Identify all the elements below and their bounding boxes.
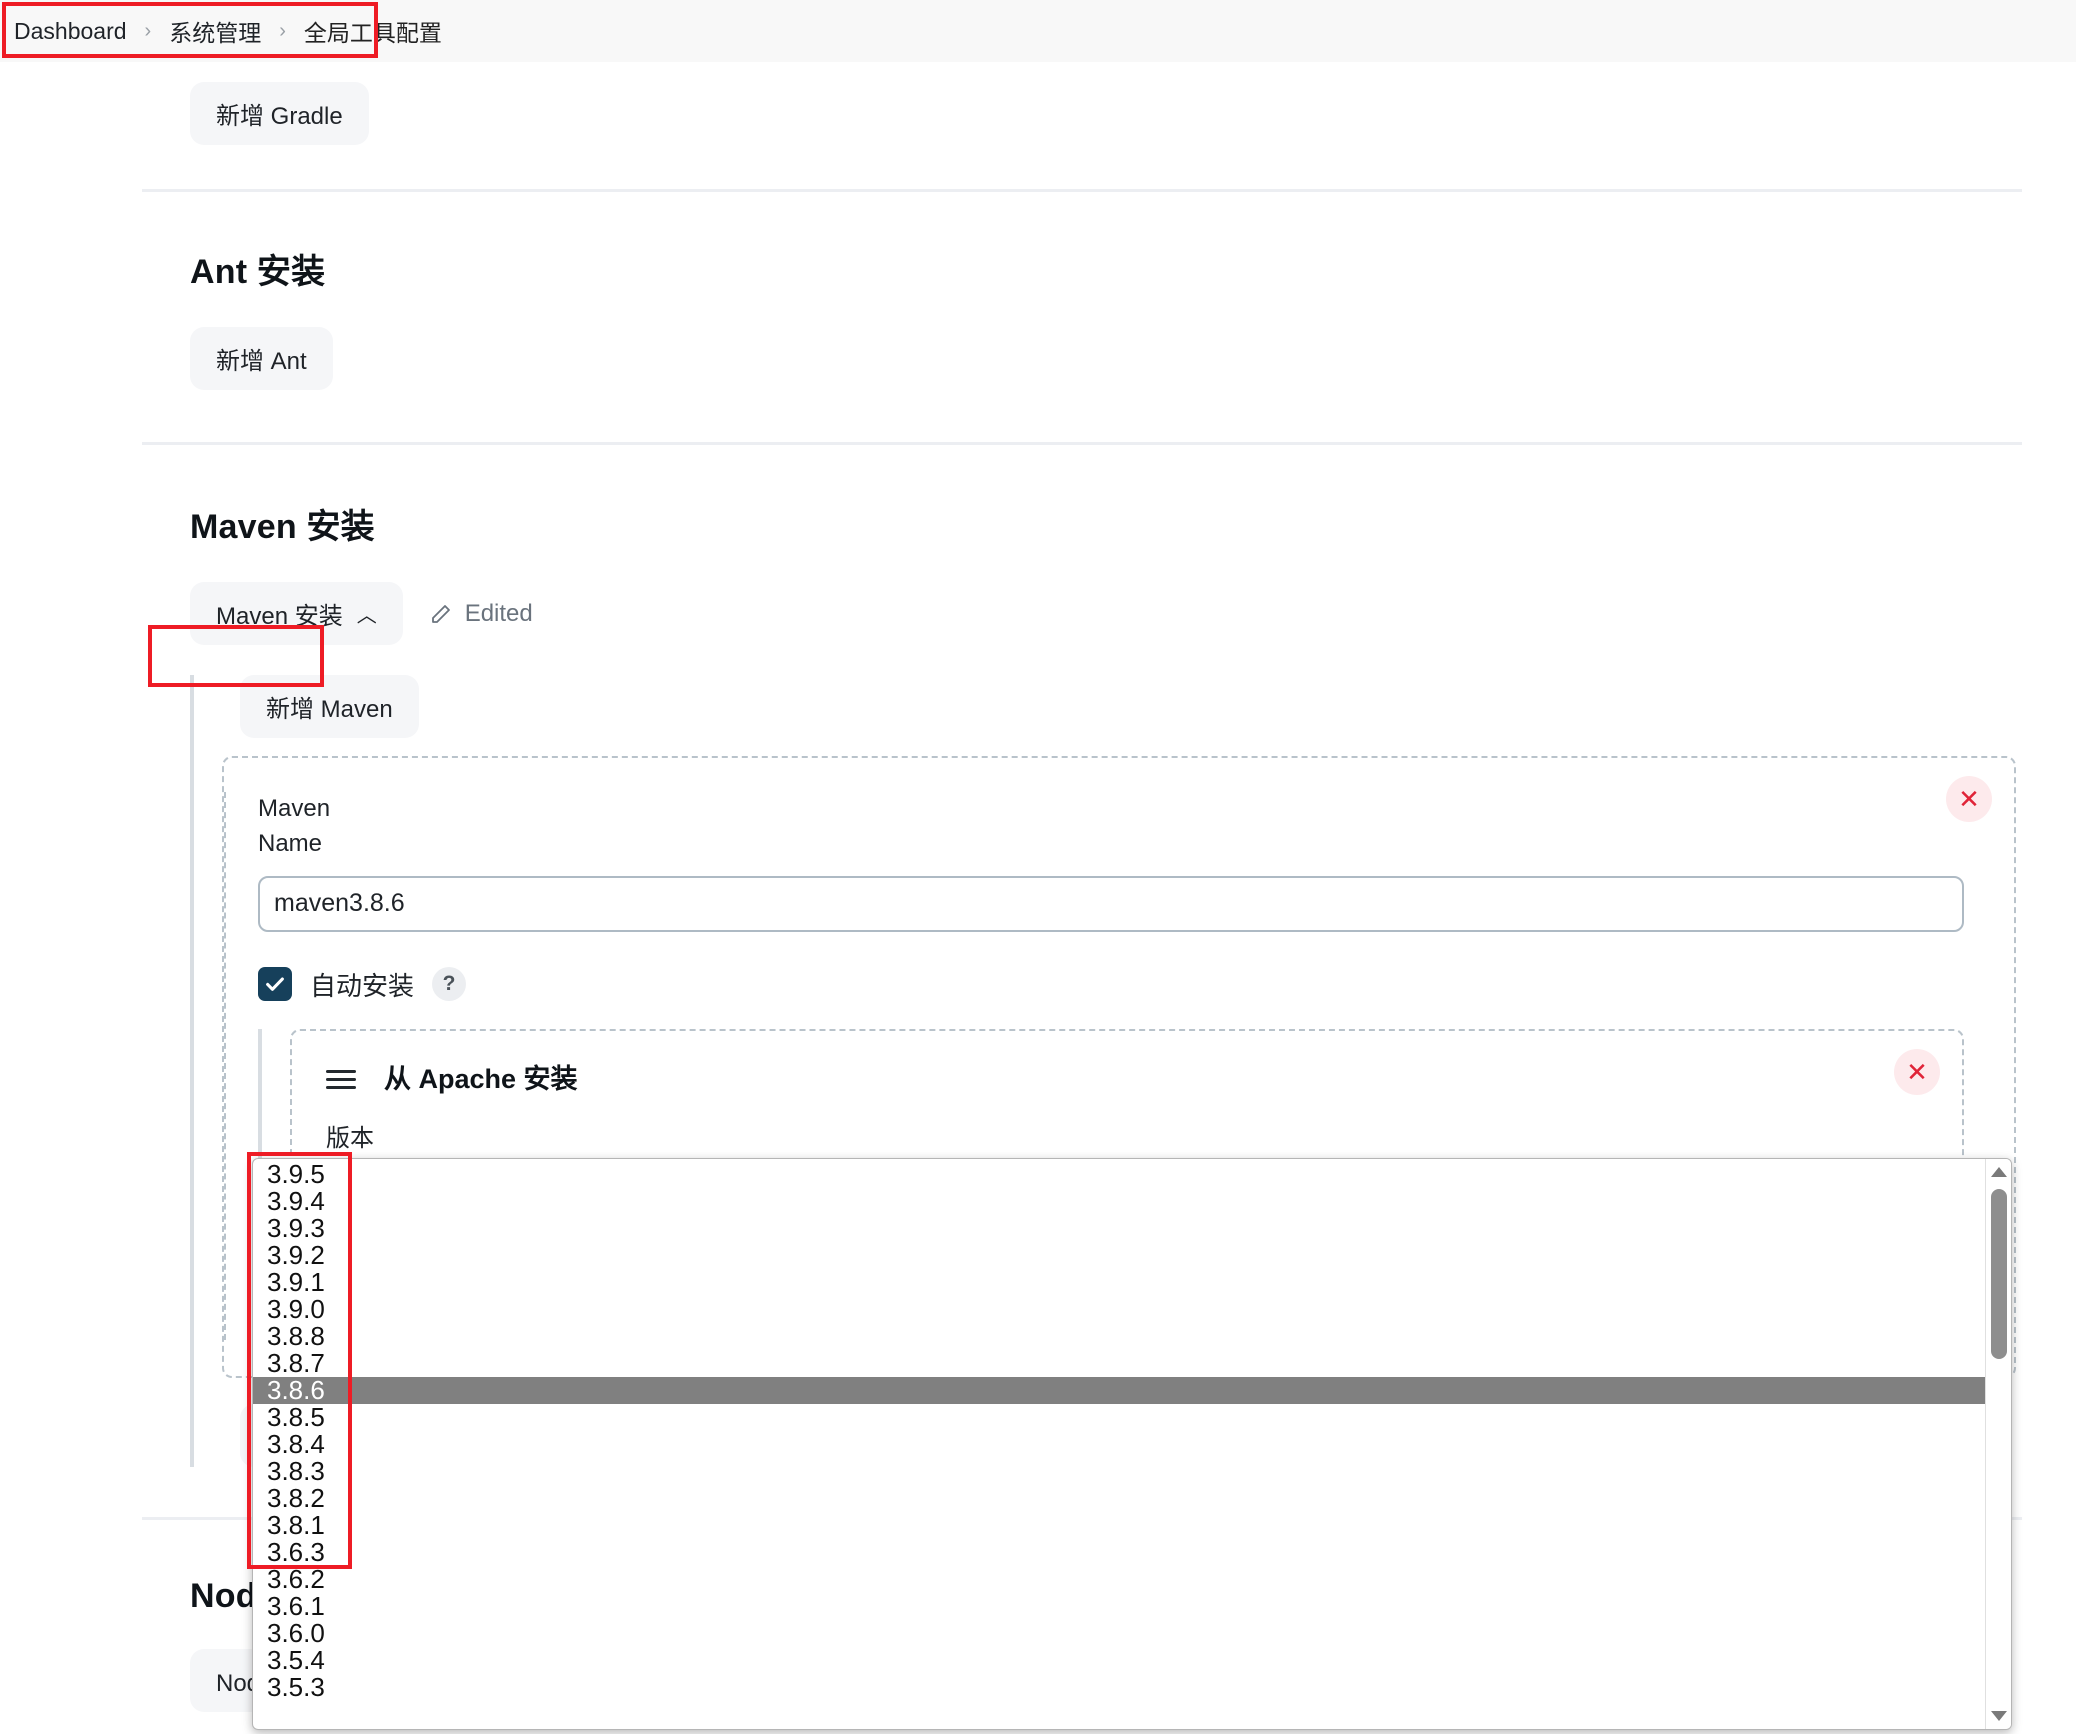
divider-gradle-ant	[142, 189, 2022, 192]
pencil-icon	[429, 602, 453, 626]
dropdown-option[interactable]: 3.8.8	[253, 1323, 1985, 1350]
version-dropdown-list[interactable]: 3.9.5 3.9.4 3.9.3 3.9.2 3.9.1 3.9.0 3.8.8 3.8.7…	[253, 1159, 1985, 1729]
ant-section: Ant 安装 新增 Ant	[0, 244, 2076, 390]
add-gradle-button[interactable]: 新增 Gradle	[190, 82, 369, 145]
maven-collapse-toggle[interactable]: Maven 安装 ︿	[190, 582, 403, 645]
dropdown-option[interactable]: 3.8.7	[253, 1350, 1985, 1377]
dropdown-option[interactable]: 3.5.4	[253, 1647, 1985, 1674]
auto-install-label: 自动安装	[310, 970, 415, 1001]
dropdown-option[interactable]: 3.9.4	[253, 1188, 1985, 1215]
breadcrumb: Dashboard › 系统管理 › 全局工具配置	[0, 0, 2076, 62]
maven-name-label-line2: Name	[258, 829, 323, 857]
dropdown-option[interactable]: 3.6.0	[253, 1620, 1985, 1647]
dropdown-scrollbar[interactable]	[1985, 1159, 2011, 1729]
dropdown-option[interactable]: 3.9.1	[253, 1269, 1985, 1296]
breadcrumb-item-global-tool-config: 全局工具配置	[303, 20, 442, 46]
dropdown-option[interactable]: 3.6.1	[253, 1593, 1985, 1620]
divider-ant-maven	[142, 442, 2022, 445]
content-inner: 新增 Gradle	[0, 62, 2076, 145]
apache-header: 从 Apache 安装	[326, 1057, 1928, 1096]
auto-install-checkbox[interactable]	[258, 967, 292, 1002]
version-dropdown-popup[interactable]: 3.9.5 3.9.4 3.9.3 3.9.2 3.9.1 3.9.0 3.8.8 3.8.7…	[252, 1158, 2012, 1730]
scrollbar-up-arrow-icon[interactable]	[1986, 1161, 2011, 1183]
remove-apache-installer-button[interactable]: ✕	[1894, 1048, 1940, 1095]
dropdown-option[interactable]: 3.8.6	[253, 1377, 1985, 1404]
dropdown-option[interactable]: 3.8.2	[253, 1485, 1985, 1512]
maven-name-input[interactable]	[258, 875, 1964, 932]
page-root: Dashboard › 系统管理 › 全局工具配置 新增 Gradle Ant …	[0, 0, 2076, 1734]
maven-name-label-line1: Maven	[258, 795, 331, 822]
dropdown-option[interactable]: 3.9.2	[253, 1242, 1985, 1269]
maven-collapse-label: Maven 安装	[216, 603, 343, 630]
add-maven-button-top[interactable]: 新增 Maven	[240, 675, 419, 738]
add-ant-button[interactable]: 新增 Ant	[190, 327, 333, 390]
ant-heading: Ant 安装	[190, 253, 326, 291]
apache-installer-title: 从 Apache 安装	[384, 1063, 578, 1094]
breadcrumb-item-system-management[interactable]: 系统管理	[169, 14, 261, 48]
breadcrumb-separator-icon: ›	[144, 19, 152, 42]
maven-heading: Maven 安装	[190, 508, 375, 546]
maven-edited-status: Edited	[429, 600, 533, 628]
dropdown-option[interactable]: 3.6.3	[253, 1539, 1985, 1566]
dropdown-option[interactable]: 3.9.3	[253, 1215, 1985, 1242]
help-icon[interactable]: ?	[432, 967, 467, 1002]
breadcrumb-separator-icon: ›	[279, 19, 286, 42]
dropdown-option[interactable]: 3.5.3	[253, 1674, 1985, 1701]
remove-maven-installation-button[interactable]: ✕	[1946, 776, 1992, 822]
breadcrumb-item-dashboard[interactable]: Dashboard	[14, 18, 127, 45]
dropdown-option[interactable]: 3.9.0	[253, 1296, 1985, 1323]
dropdown-option[interactable]: 3.6.2	[253, 1566, 1985, 1593]
scrollbar-down-arrow-icon[interactable]	[1986, 1705, 2011, 1727]
dropdown-option[interactable]: 3.8.5	[253, 1404, 1985, 1431]
version-label: 版本	[326, 1124, 374, 1152]
auto-install-row: 自动安装 ?	[258, 966, 1974, 1003]
scrollbar-thumb[interactable]	[1991, 1189, 2007, 1359]
edited-label: Edited	[464, 599, 533, 627]
dropdown-option[interactable]: 3.8.3	[253, 1458, 1985, 1485]
dropdown-option[interactable]: 3.8.4	[253, 1431, 1985, 1458]
dropdown-option[interactable]: 3.8.1	[253, 1512, 1985, 1539]
dropdown-option[interactable]: 3.9.5	[253, 1161, 1985, 1188]
chevron-up-icon: ︿	[356, 605, 377, 627]
drag-handle-icon[interactable]	[326, 1065, 356, 1090]
gradle-section: 新增 Gradle	[190, 62, 2016, 145]
maven-collapse-row: Maven 安装 ︿ Edited	[190, 582, 2016, 645]
